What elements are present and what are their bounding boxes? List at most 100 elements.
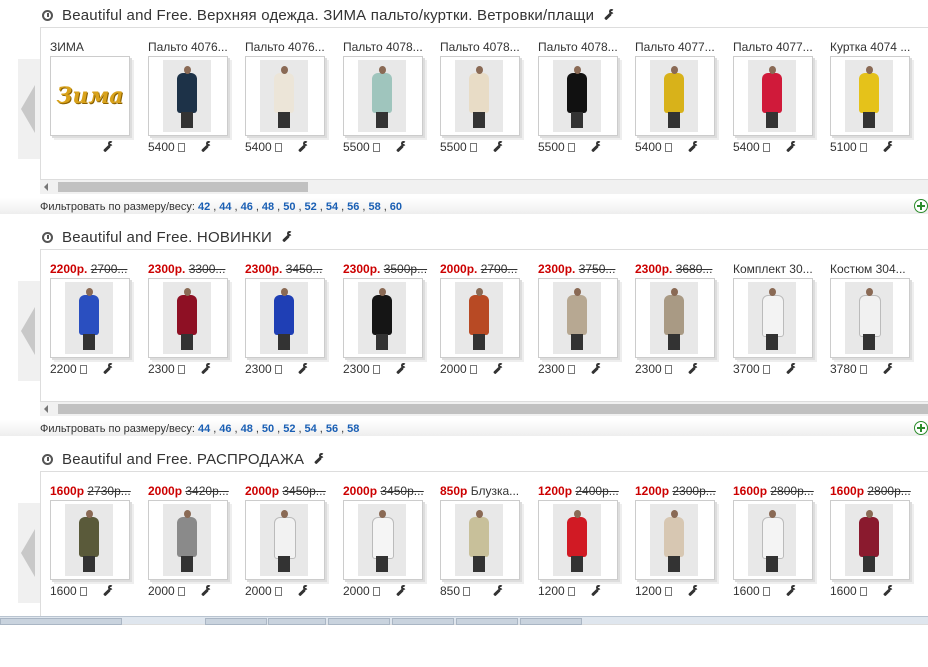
product-name[interactable]: 2000р. 2700...	[440, 262, 528, 276]
product-thumbnail[interactable]	[830, 500, 910, 580]
taskbar-item[interactable]	[456, 618, 518, 625]
product-thumbnail[interactable]: Зима	[50, 56, 130, 136]
product-thumbnail[interactable]	[538, 56, 618, 136]
product-thumbnail[interactable]	[635, 278, 715, 358]
product-thumbnail[interactable]	[343, 278, 423, 358]
product-name[interactable]: 2000р 3420р...	[148, 484, 236, 498]
wrench-icon[interactable]	[492, 585, 504, 597]
product-thumbnail[interactable]	[148, 500, 228, 580]
size-link[interactable]: 52	[283, 423, 295, 435]
horizontal-scrollbar[interactable]	[40, 401, 928, 416]
product-card[interactable]: Куртка 4074 ... 5100	[830, 40, 920, 158]
product-card[interactable]: 2300р. 3500р... 2300	[343, 262, 433, 380]
product-card[interactable]: 2300р. 3450... 2300	[245, 262, 335, 380]
wrench-icon[interactable]	[785, 141, 797, 153]
product-thumbnail[interactable]	[635, 56, 715, 136]
taskbar-item[interactable]	[268, 618, 326, 625]
scroll-left-arrow-icon[interactable]	[18, 281, 40, 381]
scroll-left-icon[interactable]	[40, 402, 54, 416]
product-thumbnail[interactable]	[733, 56, 813, 136]
product-card[interactable]: 1600р 2730р... 1600	[50, 484, 140, 602]
wrench-icon[interactable]	[102, 585, 114, 597]
product-thumbnail[interactable]	[538, 500, 618, 580]
taskbar-item[interactable]	[205, 618, 267, 625]
size-link[interactable]: 58	[347, 423, 359, 435]
product-card[interactable]: Пальто 4077... 5400	[635, 40, 725, 158]
product-thumbnail[interactable]	[50, 500, 130, 580]
product-name[interactable]: Пальто 4076...	[245, 40, 333, 54]
size-link[interactable]: 46	[219, 423, 231, 435]
wrench-icon[interactable]	[590, 363, 602, 375]
size-link[interactable]: 44	[219, 201, 231, 213]
product-name[interactable]: Пальто 4078...	[343, 40, 431, 54]
scrollbar-thumb[interactable]	[58, 182, 308, 192]
product-card[interactable]: 850р Блузка... 850	[440, 484, 530, 602]
product-name[interactable]: Пальто 4076...	[148, 40, 236, 54]
product-card[interactable]: Пальто 4077... 5400	[733, 40, 823, 158]
section-title[interactable]: Beautiful and Free. Верхняя одежда. ЗИМА…	[42, 5, 615, 25]
wrench-icon[interactable]	[102, 363, 114, 375]
wrench-icon[interactable]	[492, 363, 504, 375]
product-name[interactable]: Пальто 4077...	[733, 40, 821, 54]
scrollbar-thumb[interactable]	[58, 404, 928, 414]
product-name[interactable]: 2300р. 3500р...	[343, 262, 431, 276]
taskbar-item[interactable]	[328, 618, 390, 625]
product-card[interactable]: 2300р. 3750... 2300	[538, 262, 628, 380]
product-card[interactable]: Пальто 4076... 5400	[245, 40, 335, 158]
product-thumbnail[interactable]	[245, 56, 325, 136]
product-thumbnail[interactable]	[830, 56, 910, 136]
size-link[interactable]: 46	[241, 201, 253, 213]
product-name[interactable]: Пальто 4078...	[440, 40, 528, 54]
taskbar-item[interactable]	[0, 618, 122, 625]
wrench-icon[interactable]	[687, 141, 699, 153]
product-card[interactable]: Пальто 4076... 5400	[148, 40, 238, 158]
wrench-icon[interactable]	[297, 363, 309, 375]
size-link[interactable]: 56	[347, 201, 359, 213]
product-name[interactable]: 2300р. 3750...	[538, 262, 626, 276]
wrench-icon[interactable]	[200, 141, 212, 153]
wrench-icon[interactable]	[200, 585, 212, 597]
product-card[interactable]: 2000р 3450р... 2000	[343, 484, 433, 602]
wrench-icon[interactable]	[281, 231, 293, 243]
product-thumbnail[interactable]	[538, 278, 618, 358]
product-name[interactable]: 1600р 2800р...	[830, 484, 918, 498]
product-name[interactable]: Костюм 304...	[830, 262, 918, 276]
product-name[interactable]: 1600р 2730р...	[50, 484, 138, 498]
product-name[interactable]: 2300р. 3300...	[148, 262, 236, 276]
product-name[interactable]: 1200р 2400р...	[538, 484, 626, 498]
product-card[interactable]: 1600р 2800р... 1600	[733, 484, 823, 602]
taskbar-item[interactable]	[520, 618, 582, 625]
product-card[interactable]: Комплект 30... 3700	[733, 262, 823, 380]
product-card[interactable]: Пальто 4078... 5500	[440, 40, 530, 158]
product-name[interactable]: 2000р 3450р...	[343, 484, 431, 498]
product-thumbnail[interactable]	[440, 278, 520, 358]
wrench-icon[interactable]	[102, 141, 114, 153]
wrench-icon[interactable]	[882, 363, 894, 375]
wrench-icon[interactable]	[492, 141, 504, 153]
product-thumbnail[interactable]	[733, 278, 813, 358]
size-link[interactable]: 58	[368, 201, 380, 213]
product-name[interactable]: 2000р 3450р...	[245, 484, 333, 498]
wrench-icon[interactable]	[395, 363, 407, 375]
wrench-icon[interactable]	[882, 585, 894, 597]
taskbar-item[interactable]	[392, 618, 454, 625]
wrench-icon[interactable]	[785, 585, 797, 597]
product-name[interactable]: ЗИМА	[50, 40, 138, 54]
wrench-icon[interactable]	[297, 585, 309, 597]
horizontal-scrollbar[interactable]	[40, 179, 928, 194]
wrench-icon[interactable]	[395, 141, 407, 153]
product-card[interactable]: 2000р. 2700... 2000	[440, 262, 530, 380]
product-name[interactable]: Пальто 4077...	[635, 40, 723, 54]
product-card[interactable]: Костюм 304... 3780	[830, 262, 920, 380]
product-thumbnail[interactable]	[830, 278, 910, 358]
product-name[interactable]: 2300р. 3680...	[635, 262, 723, 276]
product-thumbnail[interactable]	[148, 278, 228, 358]
scroll-left-arrow-icon[interactable]	[18, 59, 40, 159]
product-thumbnail[interactable]	[50, 278, 130, 358]
product-thumbnail[interactable]	[440, 56, 520, 136]
product-card[interactable]: 1200р 2300р... 1200	[635, 484, 725, 602]
wrench-icon[interactable]	[603, 9, 615, 21]
wrench-icon[interactable]	[687, 585, 699, 597]
section-title[interactable]: Beautiful and Free. НОВИНКИ	[42, 227, 293, 247]
wrench-icon[interactable]	[687, 363, 699, 375]
